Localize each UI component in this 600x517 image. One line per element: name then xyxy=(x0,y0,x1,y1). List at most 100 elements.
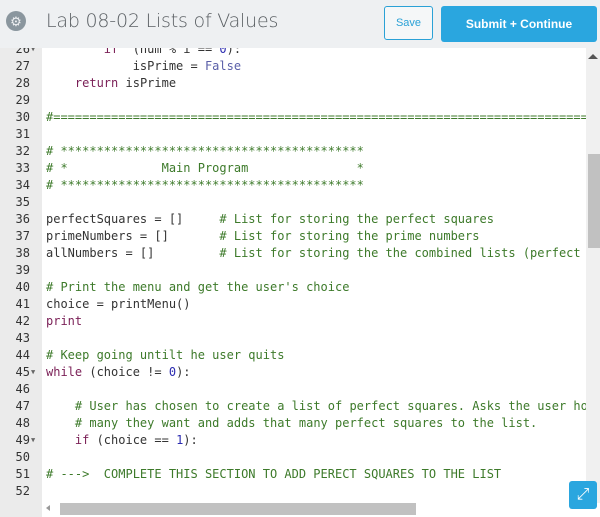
code-token: # ---> COMPLETE THIS SECTION TO ADD PERE… xyxy=(46,467,502,481)
code-token: perfectSquares = [] xyxy=(46,212,220,226)
code-line[interactable]: 40 # Print the menu and get the user's ch… xyxy=(0,279,590,296)
line-number: 37 xyxy=(15,229,30,243)
code-token: ): xyxy=(176,365,191,379)
code-token: False xyxy=(204,59,242,73)
code-token: if xyxy=(103,48,119,56)
code-line[interactable]: 47 # User has chosen to create a list of… xyxy=(0,398,596,415)
code-text: primeNumbers = [] # List for storing the… xyxy=(46,228,479,245)
scroll-left-arrow-icon[interactable] xyxy=(46,505,50,511)
horizontal-scroll-thumb[interactable] xyxy=(60,503,416,515)
code-line[interactable]: 30 #=====================================… xyxy=(0,109,600,126)
code-token: # Keep going untilt he user quits xyxy=(46,348,285,362)
code-token: 0 xyxy=(219,48,227,56)
code-token: # Print the menu and get the user's choi… xyxy=(46,280,350,294)
line-number: 36 xyxy=(15,212,30,226)
code-line[interactable]: 39 xyxy=(0,262,590,279)
code-text: #=======================================… xyxy=(46,109,600,126)
code-line[interactable]: 29 xyxy=(0,92,590,109)
code-line[interactable]: 51 # ---> COMPLETE THIS SECTION TO ADD PE… xyxy=(0,466,590,483)
code-text: # **************************************… xyxy=(46,143,364,160)
line-number: 45 xyxy=(15,365,30,379)
code-line[interactable]: 33 # * Main Program * xyxy=(0,160,590,177)
code-text: # * Main Program * xyxy=(46,160,364,177)
line-number: 26 xyxy=(15,48,30,56)
code-text: choice = printMenu() xyxy=(46,296,191,313)
code-token: choice = printMenu() xyxy=(46,297,191,311)
code-text: # Keep going untilt he user quits xyxy=(46,347,284,364)
code-text: if (num % i == 0): xyxy=(46,48,241,58)
code-token: ): xyxy=(226,48,242,56)
fold-arrow-icon[interactable]: ▼ xyxy=(31,48,35,58)
expand-button[interactable]: ⤢ xyxy=(569,481,597,509)
code-token: return xyxy=(74,76,119,90)
code-editor[interactable]: 26 ▼ if (num % i == 0): 27 isPrime = False… xyxy=(0,48,600,517)
code-line[interactable]: 26 ▼ if (num % i == 0): xyxy=(0,48,590,58)
code-token: (num % i == xyxy=(118,48,220,56)
code-line[interactable]: 27 isPrime = False xyxy=(0,58,590,75)
scroll-up-arrow-icon[interactable] xyxy=(588,54,598,59)
line-number: 50 xyxy=(15,450,30,464)
code-token: # * Main Program * xyxy=(46,161,364,175)
code-line[interactable]: 28 return isPrime xyxy=(0,75,590,92)
vertical-scroll-thumb[interactable] xyxy=(588,154,600,248)
line-number: 27 xyxy=(15,59,30,73)
code-text: allNumbers = [] # List for storing the t… xyxy=(46,245,600,262)
code-line[interactable]: 45 ▼ while (choice != 0): xyxy=(0,364,590,381)
header-bar: ⚙ Lab 08-02 Lists of Values Save Submit … xyxy=(0,0,600,46)
code-line[interactable]: 48 # many they want and adds that many p… xyxy=(0,415,590,432)
line-number: 42 xyxy=(15,314,30,328)
code-line[interactable]: 37 primeNumbers = [] # List for storing t… xyxy=(0,228,590,245)
code-line[interactable]: 52 xyxy=(0,483,590,500)
line-number: 35 xyxy=(15,195,30,209)
horizontal-scrollbar[interactable] xyxy=(42,501,586,515)
code-line[interactable]: 49 ▼ if (choice == 1): xyxy=(0,432,590,449)
code-line[interactable]: 46 xyxy=(0,381,590,398)
line-number: 47 xyxy=(15,399,30,413)
code-token: 0 xyxy=(168,365,177,379)
code-token: (choice == xyxy=(89,433,177,447)
code-line[interactable]: 50 xyxy=(0,449,590,466)
code-text: # Print the menu and get the user's choi… xyxy=(46,279,349,296)
code-line[interactable]: 32 # ************************************… xyxy=(0,143,590,160)
line-number: 38 xyxy=(15,246,30,260)
code-token: # List for storing the prime numbers xyxy=(219,229,480,243)
code-token: isPrime xyxy=(118,76,177,90)
gear-icon[interactable]: ⚙ xyxy=(6,11,26,31)
save-button[interactable]: Save xyxy=(384,6,433,40)
code-line[interactable]: 41 choice = printMenu() xyxy=(0,296,590,313)
line-number: 40 xyxy=(15,280,30,294)
code-token: (choice != xyxy=(82,365,169,379)
fold-arrow-icon[interactable]: ▼ xyxy=(31,364,35,381)
line-number: 29 xyxy=(15,93,30,107)
code-line[interactable]: 36 perfectSquares = [] # List for storing… xyxy=(0,211,590,228)
code-line[interactable]: 35 xyxy=(0,194,590,211)
code-line[interactable]: 34 # ************************************… xyxy=(0,177,590,194)
code-line[interactable]: 42 print xyxy=(0,313,590,330)
code-text: # **************************************… xyxy=(46,177,364,194)
code-text: # many they want and adds that many perf… xyxy=(46,415,537,432)
line-number: 49 xyxy=(15,433,30,447)
line-number: 52 xyxy=(15,484,30,498)
code-token: # **************************************… xyxy=(46,144,364,158)
expand-arrows-icon: ⤢ xyxy=(576,486,590,503)
code-line[interactable]: 38 allNumbers = [] # List for storing the… xyxy=(0,245,600,262)
line-number: 32 xyxy=(15,144,30,158)
code-text: if (choice == 1): xyxy=(46,432,198,449)
line-number: 43 xyxy=(15,331,30,345)
line-number: 41 xyxy=(15,297,30,311)
submit-continue-button[interactable]: Submit + Continue xyxy=(441,6,597,42)
code-line[interactable]: 44 # Keep going untilt he user quits xyxy=(0,347,590,364)
line-number: 46 xyxy=(15,382,30,396)
line-number: 33 xyxy=(15,161,30,175)
code-token: print xyxy=(46,314,83,328)
code-token: # User has chosen to create a list of pe… xyxy=(74,399,596,413)
line-number: 30 xyxy=(15,110,30,124)
code-token: allNumbers = [] xyxy=(46,246,220,260)
code-line[interactable]: 43 xyxy=(0,330,590,347)
vertical-scrollbar[interactable] xyxy=(586,48,600,503)
code-line[interactable]: 31 xyxy=(0,126,590,143)
line-number: 51 xyxy=(15,467,30,481)
line-number: 31 xyxy=(15,127,30,141)
code-token: # many they want and adds that many perf… xyxy=(74,416,538,430)
fold-arrow-icon[interactable]: ▼ xyxy=(31,432,35,449)
